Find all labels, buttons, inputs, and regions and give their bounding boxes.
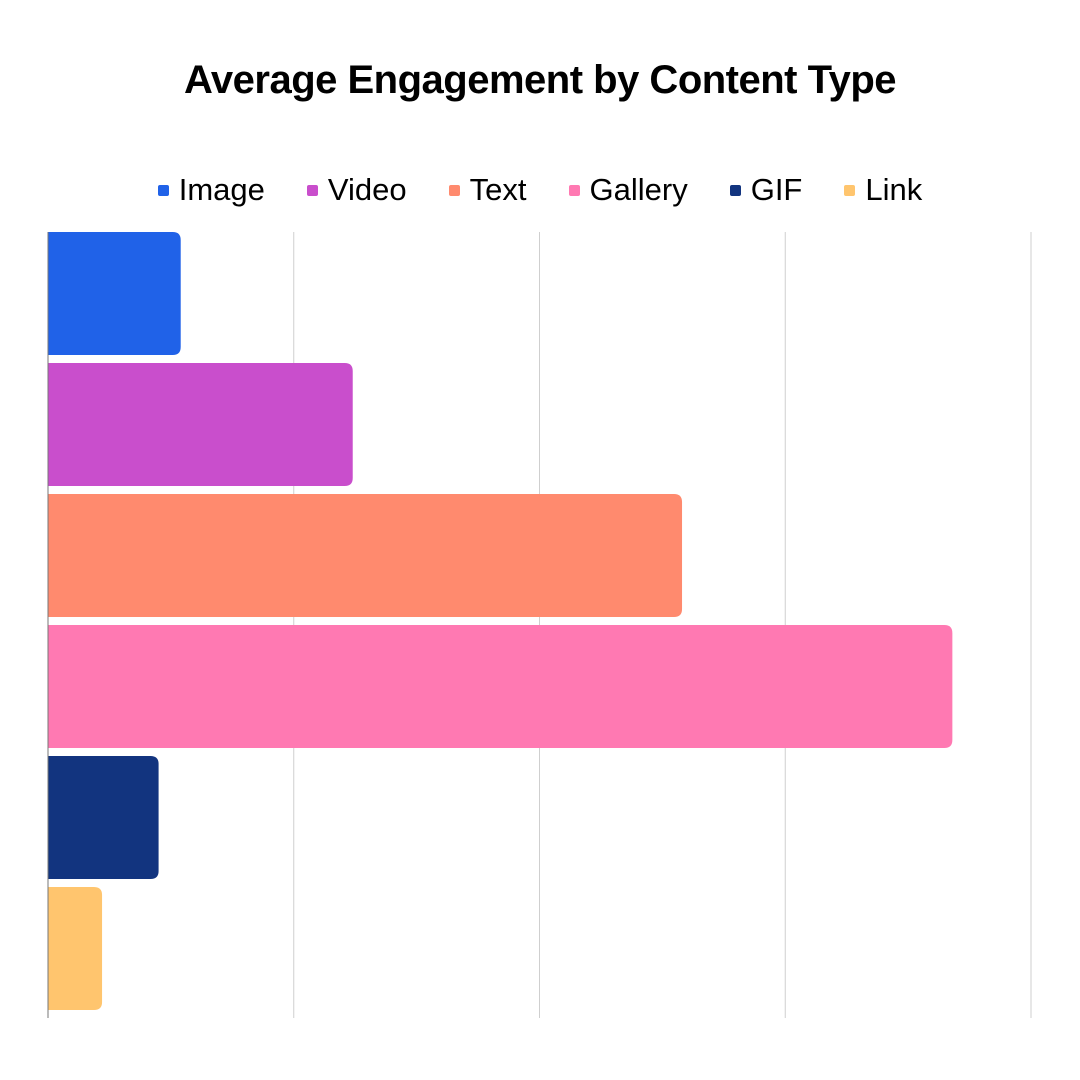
bar-text[interactable] — [48, 494, 683, 617]
bar-link[interactable] — [48, 887, 103, 1010]
bar-chart — [47, 232, 1032, 1018]
bar-video[interactable] — [48, 363, 353, 486]
bar-image[interactable] — [48, 232, 181, 355]
bar-gif[interactable] — [48, 756, 159, 879]
bar-gallery[interactable] — [48, 625, 953, 748]
